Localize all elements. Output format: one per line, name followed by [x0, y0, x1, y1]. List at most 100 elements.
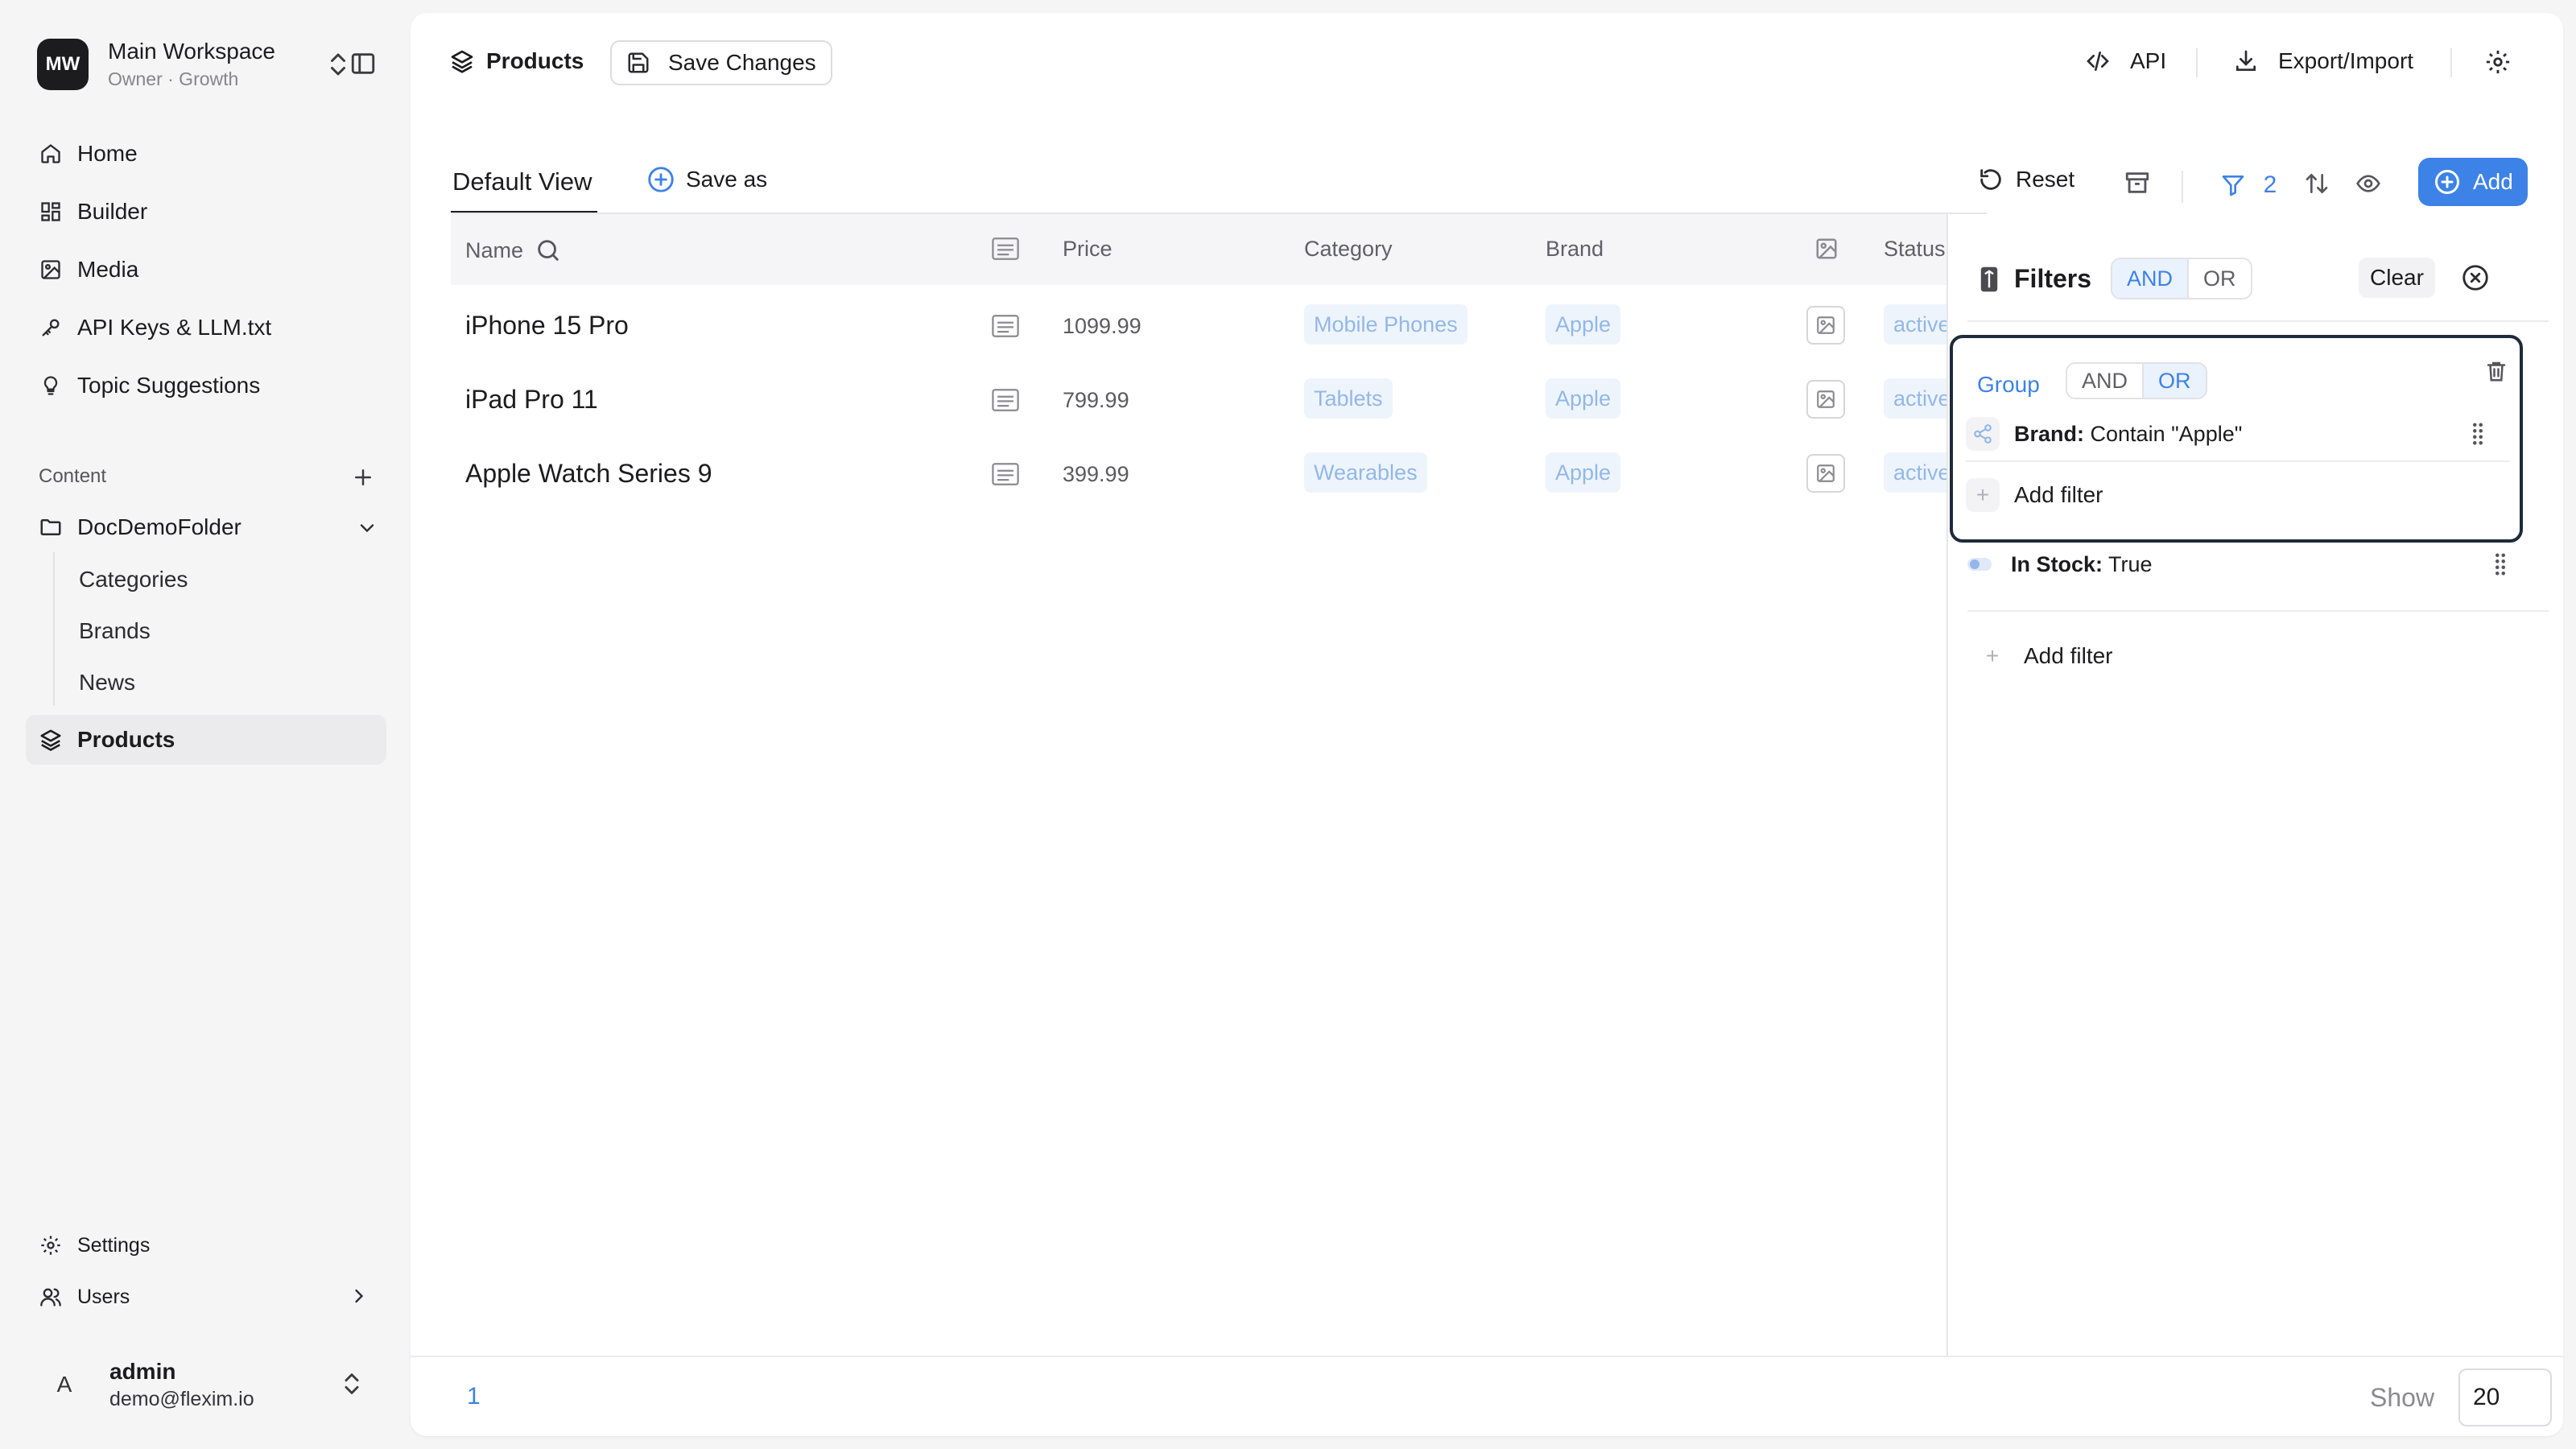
- sidebar-item-builder[interactable]: Builder: [26, 187, 386, 237]
- group-logic-and-option[interactable]: AND: [2067, 364, 2143, 398]
- sort-icon[interactable]: [2304, 171, 2330, 196]
- plus-circle-icon: [2433, 167, 2473, 196]
- filters-divider: [1967, 610, 2549, 612]
- save-changes-label: Save Changes: [668, 50, 816, 75]
- sidebar-item-topic-suggestions[interactable]: Topic Suggestions: [26, 361, 386, 411]
- lightbulb-icon: [39, 374, 63, 398]
- sidebar-item-media[interactable]: Media: [26, 245, 386, 295]
- cell-name: iPad Pro 11: [465, 385, 598, 414]
- reset-label: Reset: [2016, 167, 2075, 192]
- filter-count-badge: 2: [2263, 171, 2277, 198]
- tree-guide-line: [53, 552, 55, 705]
- chevron-right-icon[interactable]: [348, 1285, 370, 1307]
- save-as-label: Save as: [686, 167, 768, 192]
- filter-row-brand[interactable]: Brand: Contain "Apple": [1966, 409, 2497, 459]
- save-icon: [626, 51, 668, 75]
- sidebar-item-api-keys[interactable]: API Keys & LLM.txt: [26, 303, 386, 353]
- column-header-label: Name: [465, 237, 524, 262]
- chevron-down-icon[interactable]: [356, 517, 378, 539]
- image-thumbnail-icon[interactable]: [1806, 306, 1845, 345]
- plus-icon: +: [1975, 639, 2009, 673]
- brand-chip: Apple: [1546, 452, 1621, 493]
- clear-filters-button[interactable]: Clear: [2359, 258, 2435, 298]
- brand-chip: Apple: [1546, 304, 1621, 345]
- reset-button[interactable]: Reset: [1977, 166, 2074, 193]
- text-field-icon: [992, 388, 1019, 412]
- filter-row-in-stock[interactable]: In Stock: True: [1963, 539, 2505, 589]
- users-icon: [39, 1285, 63, 1309]
- user-name: admin: [109, 1358, 176, 1384]
- group-label: Group: [1977, 372, 2040, 397]
- search-icon[interactable]: [523, 237, 562, 264]
- filters-logic-toggle[interactable]: AND OR: [2111, 258, 2252, 299]
- tab-default-view[interactable]: Default View: [452, 167, 592, 196]
- add-filter-label: Add filter: [2014, 482, 2103, 507]
- filter-toggle-button[interactable]: 2: [2202, 156, 2294, 217]
- sidebar-item-categories[interactable]: Categories: [79, 567, 188, 592]
- column-header-name[interactable]: Name: [465, 237, 562, 264]
- export-import-button[interactable]: Export/Import: [2233, 48, 2413, 74]
- workspace-switcher[interactable]: MW Main Workspace Owner · Growth: [37, 37, 383, 92]
- gear-icon[interactable]: [2484, 48, 2512, 76]
- archive-icon[interactable]: [2124, 169, 2151, 196]
- drag-handle-icon[interactable]: [2494, 552, 2507, 576]
- main-panel: Products Save Changes API Export/Import …: [411, 13, 2563, 1436]
- table-row[interactable]: Apple Watch Series 9 399.99 Wearables Ap…: [451, 436, 1987, 510]
- image-thumbnail-icon[interactable]: [1806, 454, 1845, 493]
- table-header: [451, 214, 1987, 285]
- page-number[interactable]: 1: [467, 1383, 481, 1410]
- add-filter-button[interactable]: + Add filter: [1975, 639, 2113, 673]
- api-button[interactable]: API: [2085, 48, 2166, 74]
- toolbar-divider: [2450, 48, 2452, 77]
- column-header-status[interactable]: Status: [1884, 237, 1946, 262]
- sidebar-item-users[interactable]: Users: [26, 1272, 386, 1322]
- layers-icon: [39, 728, 63, 752]
- table-row[interactable]: iPad Pro 11 799.99 Tablets Apple active: [451, 362, 1987, 436]
- sidebar-item-news[interactable]: News: [79, 670, 135, 696]
- add-label: Add: [2473, 169, 2513, 194]
- filter-value: Contain "Apple": [2090, 421, 2243, 446]
- column-header-category[interactable]: Category: [1304, 237, 1393, 262]
- close-circle-icon[interactable]: [2460, 262, 2491, 293]
- sidebar-item-label: Topic Suggestions: [77, 373, 261, 398]
- add-button[interactable]: Add: [2418, 158, 2528, 206]
- sidebar-toggle-icon[interactable]: [349, 50, 377, 77]
- user-menu[interactable]: A admin demo@flexim.io: [37, 1352, 383, 1417]
- sidebar-item-label: DocDemoFolder: [77, 514, 242, 539]
- trash-icon[interactable]: [2484, 359, 2508, 383]
- cell-price: 399.99: [1063, 462, 1129, 486]
- sidebar-item-label: API Keys & LLM.txt: [77, 315, 272, 340]
- page-size-input[interactable]: 20: [2458, 1368, 2552, 1426]
- export-import-label: Export/Import: [2278, 48, 2414, 73]
- workspace-avatar: MW: [37, 39, 89, 90]
- home-icon: [39, 142, 63, 166]
- cell-price: 1099.99: [1063, 314, 1141, 338]
- sidebar-folder-docdemofolder[interactable]: DocDemoFolder: [26, 502, 386, 552]
- sidebar-item-home[interactable]: Home: [26, 129, 386, 179]
- sidebar-item-brands[interactable]: Brands: [79, 618, 151, 644]
- sidebar-item-settings[interactable]: Settings: [26, 1220, 386, 1270]
- image-thumbnail-icon[interactable]: [1806, 380, 1845, 419]
- save-changes-button[interactable]: Save Changes: [610, 40, 832, 85]
- eye-icon[interactable]: [2355, 171, 2381, 196]
- workspace-subtitle: Owner · Growth: [108, 68, 239, 89]
- filter-field-label: Brand:: [2014, 421, 2084, 446]
- page-title-text: Products: [486, 48, 584, 73]
- group-add-filter-button[interactable]: + Add filter: [1966, 478, 2103, 512]
- page-title: Products: [449, 48, 584, 74]
- content-section-label: Content: [39, 465, 107, 487]
- group-logic-toggle[interactable]: AND OR: [2066, 362, 2207, 399]
- filters-title: Filters: [1979, 264, 2091, 294]
- column-header-brand[interactable]: Brand: [1546, 237, 1604, 262]
- text-field-icon: [992, 237, 1019, 261]
- group-logic-or-option[interactable]: OR: [2142, 364, 2206, 398]
- logic-or-option[interactable]: OR: [2187, 259, 2251, 298]
- logic-and-option[interactable]: AND: [2112, 259, 2188, 298]
- sidebar-item-label: Products: [77, 727, 175, 752]
- add-content-icon[interactable]: [351, 465, 375, 489]
- sidebar-item-products[interactable]: Products: [26, 715, 386, 765]
- save-as-button[interactable]: Save as: [646, 164, 767, 195]
- table-row[interactable]: iPhone 15 Pro 1099.99 Mobile Phones Appl…: [451, 288, 1987, 362]
- drag-handle-icon[interactable]: [2471, 422, 2484, 446]
- column-header-price[interactable]: Price: [1063, 237, 1113, 262]
